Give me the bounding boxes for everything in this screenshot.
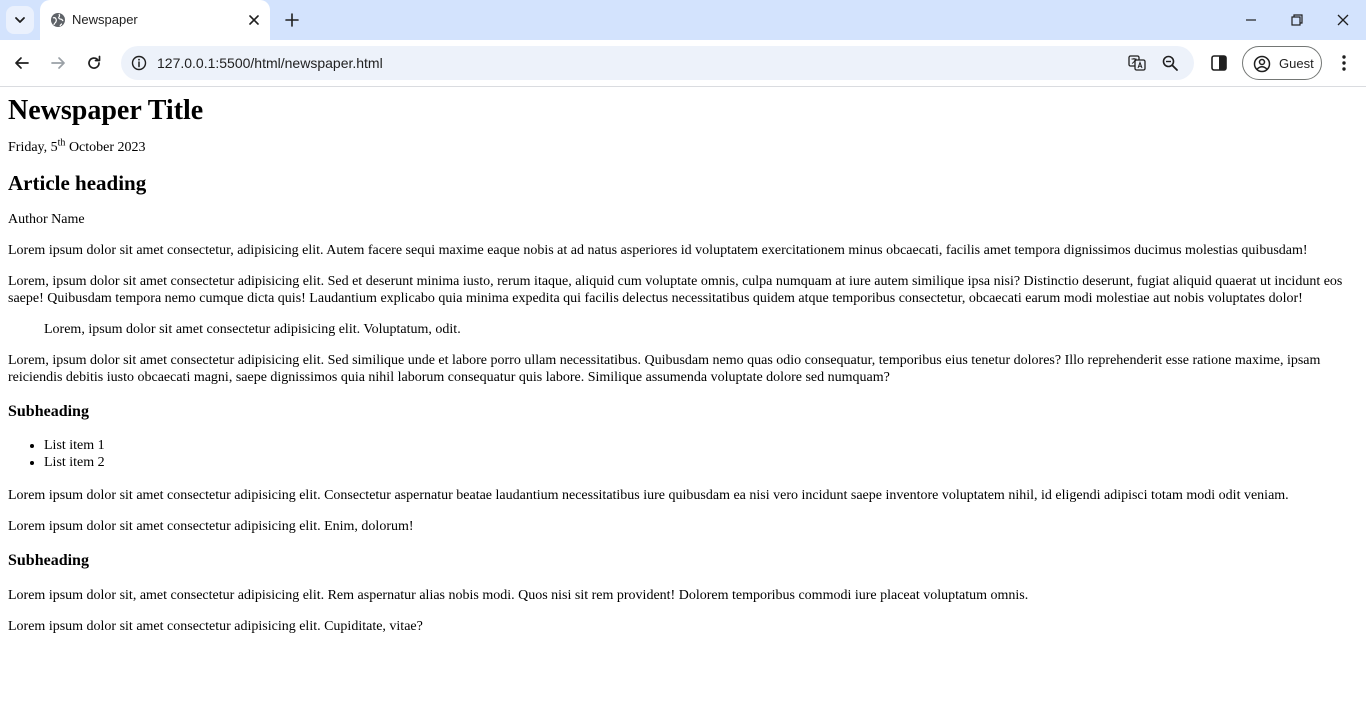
profile-button[interactable]: Guest <box>1242 46 1322 80</box>
list-item: List item 2 <box>44 454 1358 471</box>
article-paragraph: Lorem ipsum dolor sit amet consectetur a… <box>8 488 1289 503</box>
address-bar[interactable]: 127.0.0.1:5500/html/newspaper.html <box>121 46 1194 80</box>
restore-button[interactable] <box>1287 10 1307 30</box>
close-window-button[interactable] <box>1333 10 1353 30</box>
plus-icon <box>285 13 299 27</box>
browser-toolbar: 127.0.0.1:5500/html/newspaper.html Guest <box>0 40 1366 87</box>
chevron-down-icon <box>15 17 25 23</box>
article-paragraph: Lorem, ipsum dolor sit amet consectetur … <box>8 274 1343 306</box>
article-paragraph: Lorem ipsum dolor sit amet consectetur, … <box>8 243 1308 258</box>
article-quote: Lorem, ipsum dolor sit amet consectetur … <box>44 322 461 337</box>
url-text[interactable]: 127.0.0.1:5500/html/newspaper.html <box>157 55 383 71</box>
author-name: Author Name <box>8 212 85 227</box>
browser-menu-button[interactable] <box>1334 53 1354 73</box>
back-button[interactable] <box>12 53 32 73</box>
tab-title: Newspaper <box>72 12 138 27</box>
tab-search-button[interactable] <box>6 6 34 34</box>
subheading: Subheading <box>8 552 89 569</box>
arrow-left-icon <box>15 57 29 69</box>
translate-icon <box>1128 55 1146 71</box>
list-item: List item 1 <box>44 437 1358 454</box>
subheading: Subheading <box>8 403 89 420</box>
side-panel-icon[interactable] <box>1210 54 1228 72</box>
globe-icon <box>51 13 65 27</box>
minimize-icon <box>1246 19 1256 21</box>
restore-icon <box>1291 14 1303 26</box>
reload-button[interactable] <box>84 53 104 73</box>
close-icon <box>1337 14 1349 26</box>
article-paragraph: Lorem, ipsum dolor sit amet consectetur … <box>8 353 1321 385</box>
profile-label: Guest <box>1279 56 1314 71</box>
minimize-button[interactable] <box>1241 10 1261 30</box>
new-tab-button[interactable] <box>282 10 302 30</box>
bullet-list: List item 1 List item 2 <box>8 437 1358 471</box>
tab-close-button[interactable] <box>246 12 262 28</box>
publication-date: Friday, 5th October 2023 <box>8 138 1358 156</box>
page-content: Newspaper Title Friday, 5th October 2023… <box>0 88 1366 712</box>
active-tab[interactable]: Newspaper <box>40 0 270 40</box>
zoom-button[interactable] <box>1161 54 1179 72</box>
article-paragraph: Lorem ipsum dolor sit, amet consectetur … <box>8 588 1029 603</box>
more-vertical-icon <box>1342 55 1346 71</box>
tab-strip: Newspaper <box>0 0 1366 40</box>
article-heading: Article heading <box>8 171 147 195</box>
close-icon <box>249 15 259 25</box>
zoom-out-icon <box>1162 55 1178 71</box>
date-prefix: Friday, 5 <box>8 140 58 155</box>
date-suffix: October 2023 <box>65 140 146 155</box>
article-paragraph: Lorem ipsum dolor sit amet consectetur a… <box>8 519 414 534</box>
profile-icon <box>1253 55 1271 73</box>
translate-button[interactable] <box>1128 54 1146 72</box>
arrow-right-icon <box>51 57 65 69</box>
site-info-icon[interactable] <box>131 55 147 71</box>
newspaper-title: Newspaper Title <box>8 95 204 126</box>
article-paragraph: Lorem ipsum dolor sit amet consectetur a… <box>8 619 423 634</box>
forward-button[interactable] <box>48 53 68 73</box>
reload-icon <box>88 55 101 69</box>
